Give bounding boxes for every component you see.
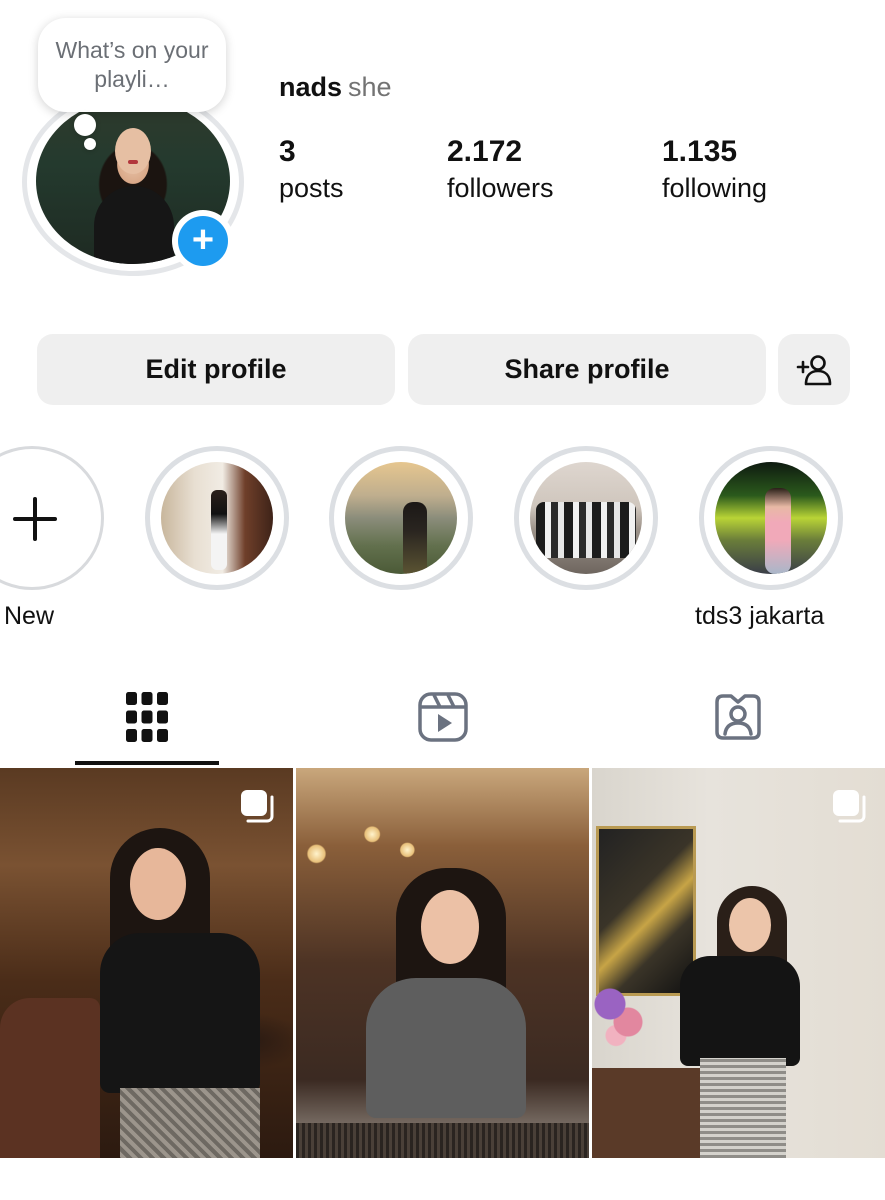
tab-reels[interactable] (371, 672, 515, 768)
highlight-cover (345, 462, 457, 574)
highlight-item[interactable] (145, 446, 289, 590)
tab-posts-grid[interactable] (75, 672, 219, 768)
highlight-item[interactable] (514, 446, 658, 590)
following-label: following (662, 173, 768, 203)
pronouns: she (348, 72, 392, 102)
followers-label: followers (447, 173, 554, 203)
discover-people-button[interactable] (778, 334, 850, 405)
tagged-icon (715, 694, 761, 740)
highlight-cover (715, 462, 827, 574)
stat-posts[interactable]: 3 posts (279, 134, 344, 206)
stat-following[interactable]: 1.135 following (662, 134, 767, 206)
posts-label: posts (279, 173, 344, 203)
edit-profile-button[interactable]: Edit profile (37, 334, 395, 405)
carousel-icon (241, 790, 274, 823)
active-tab-indicator (75, 761, 219, 765)
tab-tagged[interactable] (666, 672, 810, 768)
profile-avatar[interactable]: + (22, 88, 244, 276)
plus-icon (13, 497, 57, 541)
reels-icon (418, 692, 468, 742)
post-thumbnail[interactable] (296, 768, 589, 1158)
note-bubble-tail (74, 114, 96, 136)
highlight-ring (145, 446, 289, 590)
post-thumbnail[interactable] (0, 768, 293, 1158)
username: nads (279, 72, 343, 102)
highlight-item[interactable] (329, 446, 473, 590)
add-person-icon (796, 354, 832, 385)
highlight-label: New (4, 602, 55, 630)
note-text: What’s on your playli… (55, 37, 209, 92)
profile-tabs (0, 672, 885, 768)
stat-followers[interactable]: 2.172 followers (447, 134, 554, 206)
highlight-ring (699, 446, 843, 590)
add-story-button[interactable]: + (172, 210, 234, 272)
plus-icon: + (178, 216, 228, 266)
highlight-cover (530, 462, 642, 574)
posts-count: 3 (279, 135, 296, 168)
grid-icon (126, 692, 168, 742)
page-bottom (0, 1158, 885, 1200)
highlight-new-circle (0, 446, 104, 590)
highlight-label: tds3 jakarta (695, 602, 825, 630)
following-count: 1.135 (662, 135, 738, 168)
highlight-ring (329, 446, 473, 590)
note-bubble[interactable]: What’s on your playli… (38, 18, 226, 112)
highlight-cover (161, 462, 273, 574)
followers-count: 2.172 (447, 135, 523, 168)
username-row: nads she (279, 72, 392, 103)
highlight-item[interactable]: tds3 jakarta (695, 446, 843, 630)
note-bubble-tail-small (84, 138, 96, 150)
posts-grid (0, 768, 885, 1158)
post-thumbnail[interactable] (592, 768, 885, 1158)
carousel-icon (833, 790, 866, 823)
highlight-ring (514, 446, 658, 590)
share-profile-button[interactable]: Share profile (408, 334, 766, 405)
highlight-new[interactable]: New (0, 446, 104, 630)
